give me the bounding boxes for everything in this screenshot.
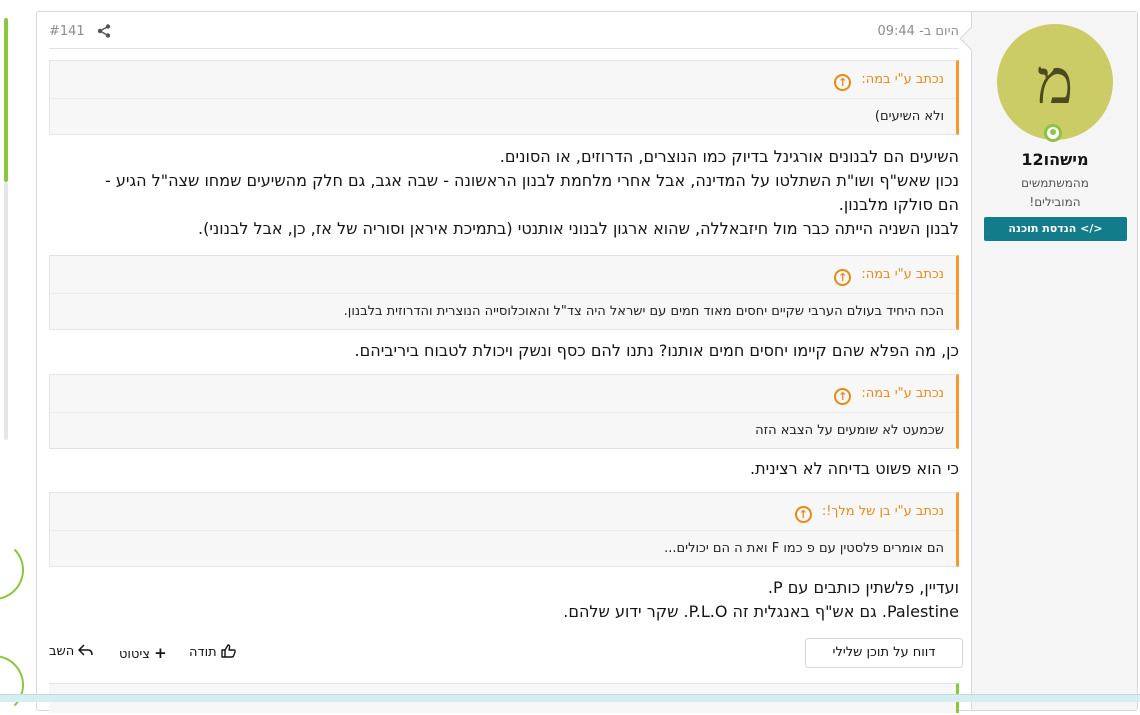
thumbs-up-icon xyxy=(221,644,236,658)
quote-header[interactable]: נכתב ע"י במה: ↑ xyxy=(50,61,956,99)
paragraph-line: נכון שאש"ף ושו"ת השתלטו על המדינה, אבל א… xyxy=(105,171,959,190)
quote-body: הכח היחיד בעולם הערבי שקיים יחסים מאוד ח… xyxy=(343,304,944,319)
quote-header[interactable]: נכתב ע"י בן של מלך!: ↑ xyxy=(50,493,956,531)
arrow-up-icon[interactable]: ↑ xyxy=(794,506,812,523)
username[interactable]: מישהו12 xyxy=(972,150,1138,169)
user-title-line2: המובילים! xyxy=(1029,195,1081,209)
thanks-button[interactable]: תודה xyxy=(189,644,236,660)
quote-header[interactable]: נכתב ע"י במה: ↑ xyxy=(50,375,956,413)
quote-author[interactable]: נכתב ע"י במה: xyxy=(861,386,944,401)
quote-label: ציטוט xyxy=(119,647,151,662)
online-status-icon xyxy=(1044,124,1062,142)
paragraph-line: Palestine. גם אש"ף באנגלית זה P.L.O. שקר… xyxy=(563,602,959,621)
paragraph-line: ועדיין, פלשתין כותבים עם P. xyxy=(767,578,959,597)
paragraph-line: כי הוא פשוט בדיחה לא רצינית. xyxy=(750,459,959,478)
message-paragraph: כי הוא פשוט בדיחה לא רצינית. xyxy=(49,457,959,481)
share-icon[interactable] xyxy=(97,24,111,40)
report-button[interactable]: דווח על תוכן שלילי xyxy=(805,638,963,668)
quote-block: נכתב ע"י במה: ↑ הכח היחיד בעולם הערבי שק… xyxy=(49,255,959,330)
arrow-up-icon[interactable]: ↑ xyxy=(834,269,852,286)
paragraph-line: השיעים הם לבנונים אורגינל בדיוק כמו הנוצ… xyxy=(499,147,959,166)
quote-block: נכתב ע"י במה: ↑ שכמעט לא שומעים על הצבא … xyxy=(49,374,959,449)
quote-author[interactable]: נכתב ע"י בן של מלך!: xyxy=(822,504,944,519)
code-icon: </> xyxy=(1080,222,1103,235)
scroll-track xyxy=(4,182,8,440)
plus-icon: + xyxy=(154,644,167,662)
reply-icon xyxy=(78,644,94,656)
message-paragraph: השיעים הם לבנונים אורגינל בדיוק כמו הנוצ… xyxy=(49,145,959,241)
decorative-arc xyxy=(0,655,24,715)
message-main: היום ב- 09:44 #141 נכתב ע"י במה: ↑ ולא ה… xyxy=(37,12,971,713)
scroll-progress-bar xyxy=(4,18,8,182)
quote-body: הם אומרים פלסטין עם פ כמו F ואת ה הם יכו… xyxy=(664,541,944,556)
arrow-up-icon[interactable]: ↑ xyxy=(834,74,852,91)
quote-author[interactable]: נכתב ע"י במה: xyxy=(861,267,944,282)
message-header: היום ב- 09:44 #141 xyxy=(49,22,959,49)
quote-block: נכתב ע"י בן של מלך!: ↑ הם אומרים פלסטין … xyxy=(49,492,959,567)
user-info-pane: מ מישהו12 מהמשתמשים המובילים! </> הנדסת … xyxy=(959,12,1138,710)
forum-message: מ מישהו12 מהמשתמשים המובילים! </> הנדסת … xyxy=(36,11,1138,713)
quote-header[interactable]: נכתב ע"י במה: ↑ xyxy=(50,256,956,294)
arrow-up-icon[interactable]: ↑ xyxy=(834,388,852,405)
reply-label: השב xyxy=(49,644,75,659)
paragraph-line: לבנון השניה הייתה כבר מול חיזבאללה, שהוא… xyxy=(197,219,959,238)
message-paragraph: כן, מה הפלא שהם קיימו יחסים חמים אותנו? … xyxy=(49,339,959,363)
decorative-arc xyxy=(0,540,24,600)
quote-author[interactable]: נכתב ע"י במה: xyxy=(861,72,944,87)
post-number[interactable]: #141 xyxy=(49,24,85,39)
reply-button[interactable]: השב xyxy=(49,644,94,659)
message-paragraph: ועדיין, פלשתין כותבים עם P. Palestine. ג… xyxy=(49,576,959,624)
user-title: מהמשתמשים המובילים! xyxy=(984,174,1126,212)
post-date[interactable]: היום ב- 09:44 xyxy=(877,24,959,39)
thanks-label: תודה xyxy=(189,645,217,660)
paragraph-line: הם סולקו מלבנון. xyxy=(838,195,959,214)
user-title-line1: מהמשתמשים xyxy=(1021,176,1089,190)
quote-block: נכתב ע"י במה: ↑ ולא השיעים) xyxy=(49,60,959,135)
paragraph-line: כן, מה הפלא שהם קיימו יחסים חמים אותנו? … xyxy=(354,341,959,360)
avatar[interactable]: מ xyxy=(997,24,1113,140)
quote-body: שכמעט לא שומעים על הצבא הזה xyxy=(755,423,944,438)
left-gutter xyxy=(0,0,36,715)
user-banner: </> הנדסת תוכנה xyxy=(984,217,1127,241)
banner-label: הנדסת תוכנה xyxy=(1008,222,1077,235)
quote-body: ולא השיעים) xyxy=(874,109,944,124)
quote-button[interactable]: ציטוט + xyxy=(119,644,167,662)
